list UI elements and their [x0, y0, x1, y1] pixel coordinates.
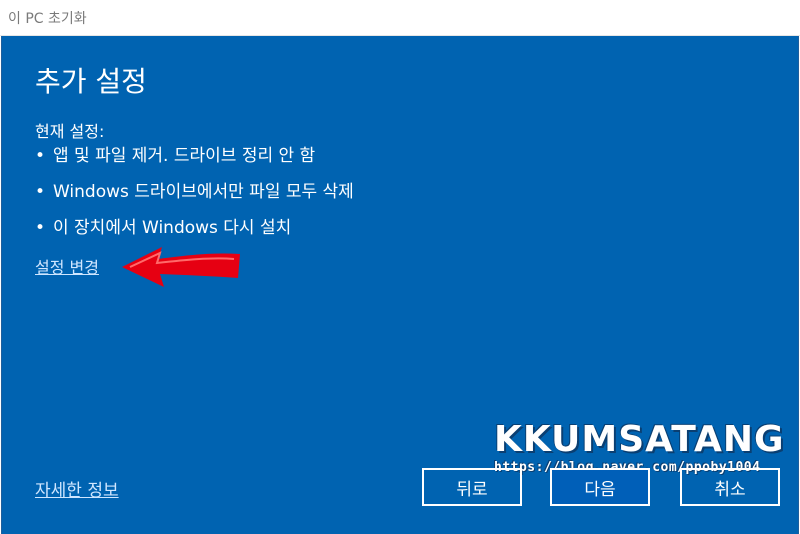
list-item-text: Windows 드라이브에서만 파일 모두 삭제	[53, 182, 354, 202]
list-item: • 앱 및 파일 제거. 드라이브 정리 안 함	[35, 144, 354, 180]
bullet-icon: •	[35, 146, 46, 166]
settings-list: • 앱 및 파일 제거. 드라이브 정리 안 함 • Windows 드라이브에서만…	[35, 144, 354, 252]
list-item: • Windows 드라이브에서만 파일 모두 삭제	[35, 180, 354, 216]
current-settings-label: 현재 설정:	[35, 122, 105, 141]
back-button[interactable]: 뒤로	[422, 468, 522, 506]
bullet-icon: •	[35, 182, 46, 202]
watermark-title: KKUMSATANG	[494, 419, 785, 460]
list-item-text: 이 장치에서 Windows 다시 설치	[53, 218, 292, 238]
page-heading: 추가 설정	[35, 65, 147, 98]
list-item-text: 앱 및 파일 제거. 드라이브 정리 안 함	[53, 146, 316, 166]
red-arrow-icon	[122, 247, 240, 287]
change-settings-link[interactable]: 설정 변경	[35, 254, 99, 278]
more-info-link[interactable]: 자세한 정보	[35, 476, 119, 501]
window-title: 이 PC 초기화	[8, 11, 87, 27]
bullet-icon: •	[35, 218, 46, 238]
next-button[interactable]: 다음	[550, 468, 650, 506]
title-bar: 이 PC 초기화	[0, 0, 800, 36]
reset-dialog-panel: 추가 설정 현재 설정: • 앱 및 파일 제거. 드라이브 정리 안 함 • Wi…	[1, 36, 799, 534]
cancel-button[interactable]: 취소	[680, 468, 780, 506]
watermark: KKUMSATANG https://blog.naver.com/ppoby1…	[494, 419, 785, 476]
